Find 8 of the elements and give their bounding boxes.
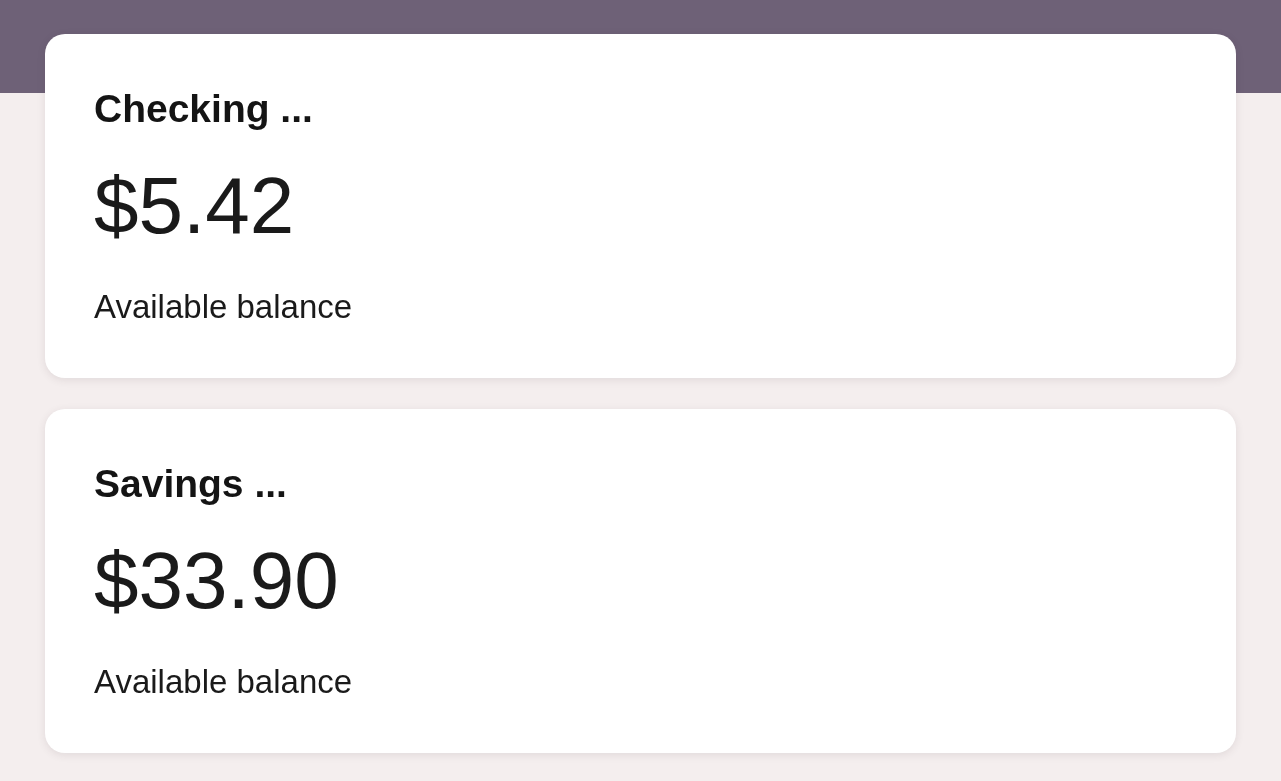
balance-label: Available balance (94, 286, 353, 327)
account-balance: $33.90 (94, 534, 339, 627)
account-name: Savings ... (94, 461, 287, 507)
account-card[interactable]: Savings ... $33.90 Available balance (45, 409, 1236, 753)
account-card[interactable]: Checking ... $5.42 Available balance (45, 34, 1236, 378)
account-name: Checking ... (94, 86, 313, 132)
account-balance: $5.42 (94, 159, 295, 252)
balance-label: Available balance (94, 661, 353, 702)
